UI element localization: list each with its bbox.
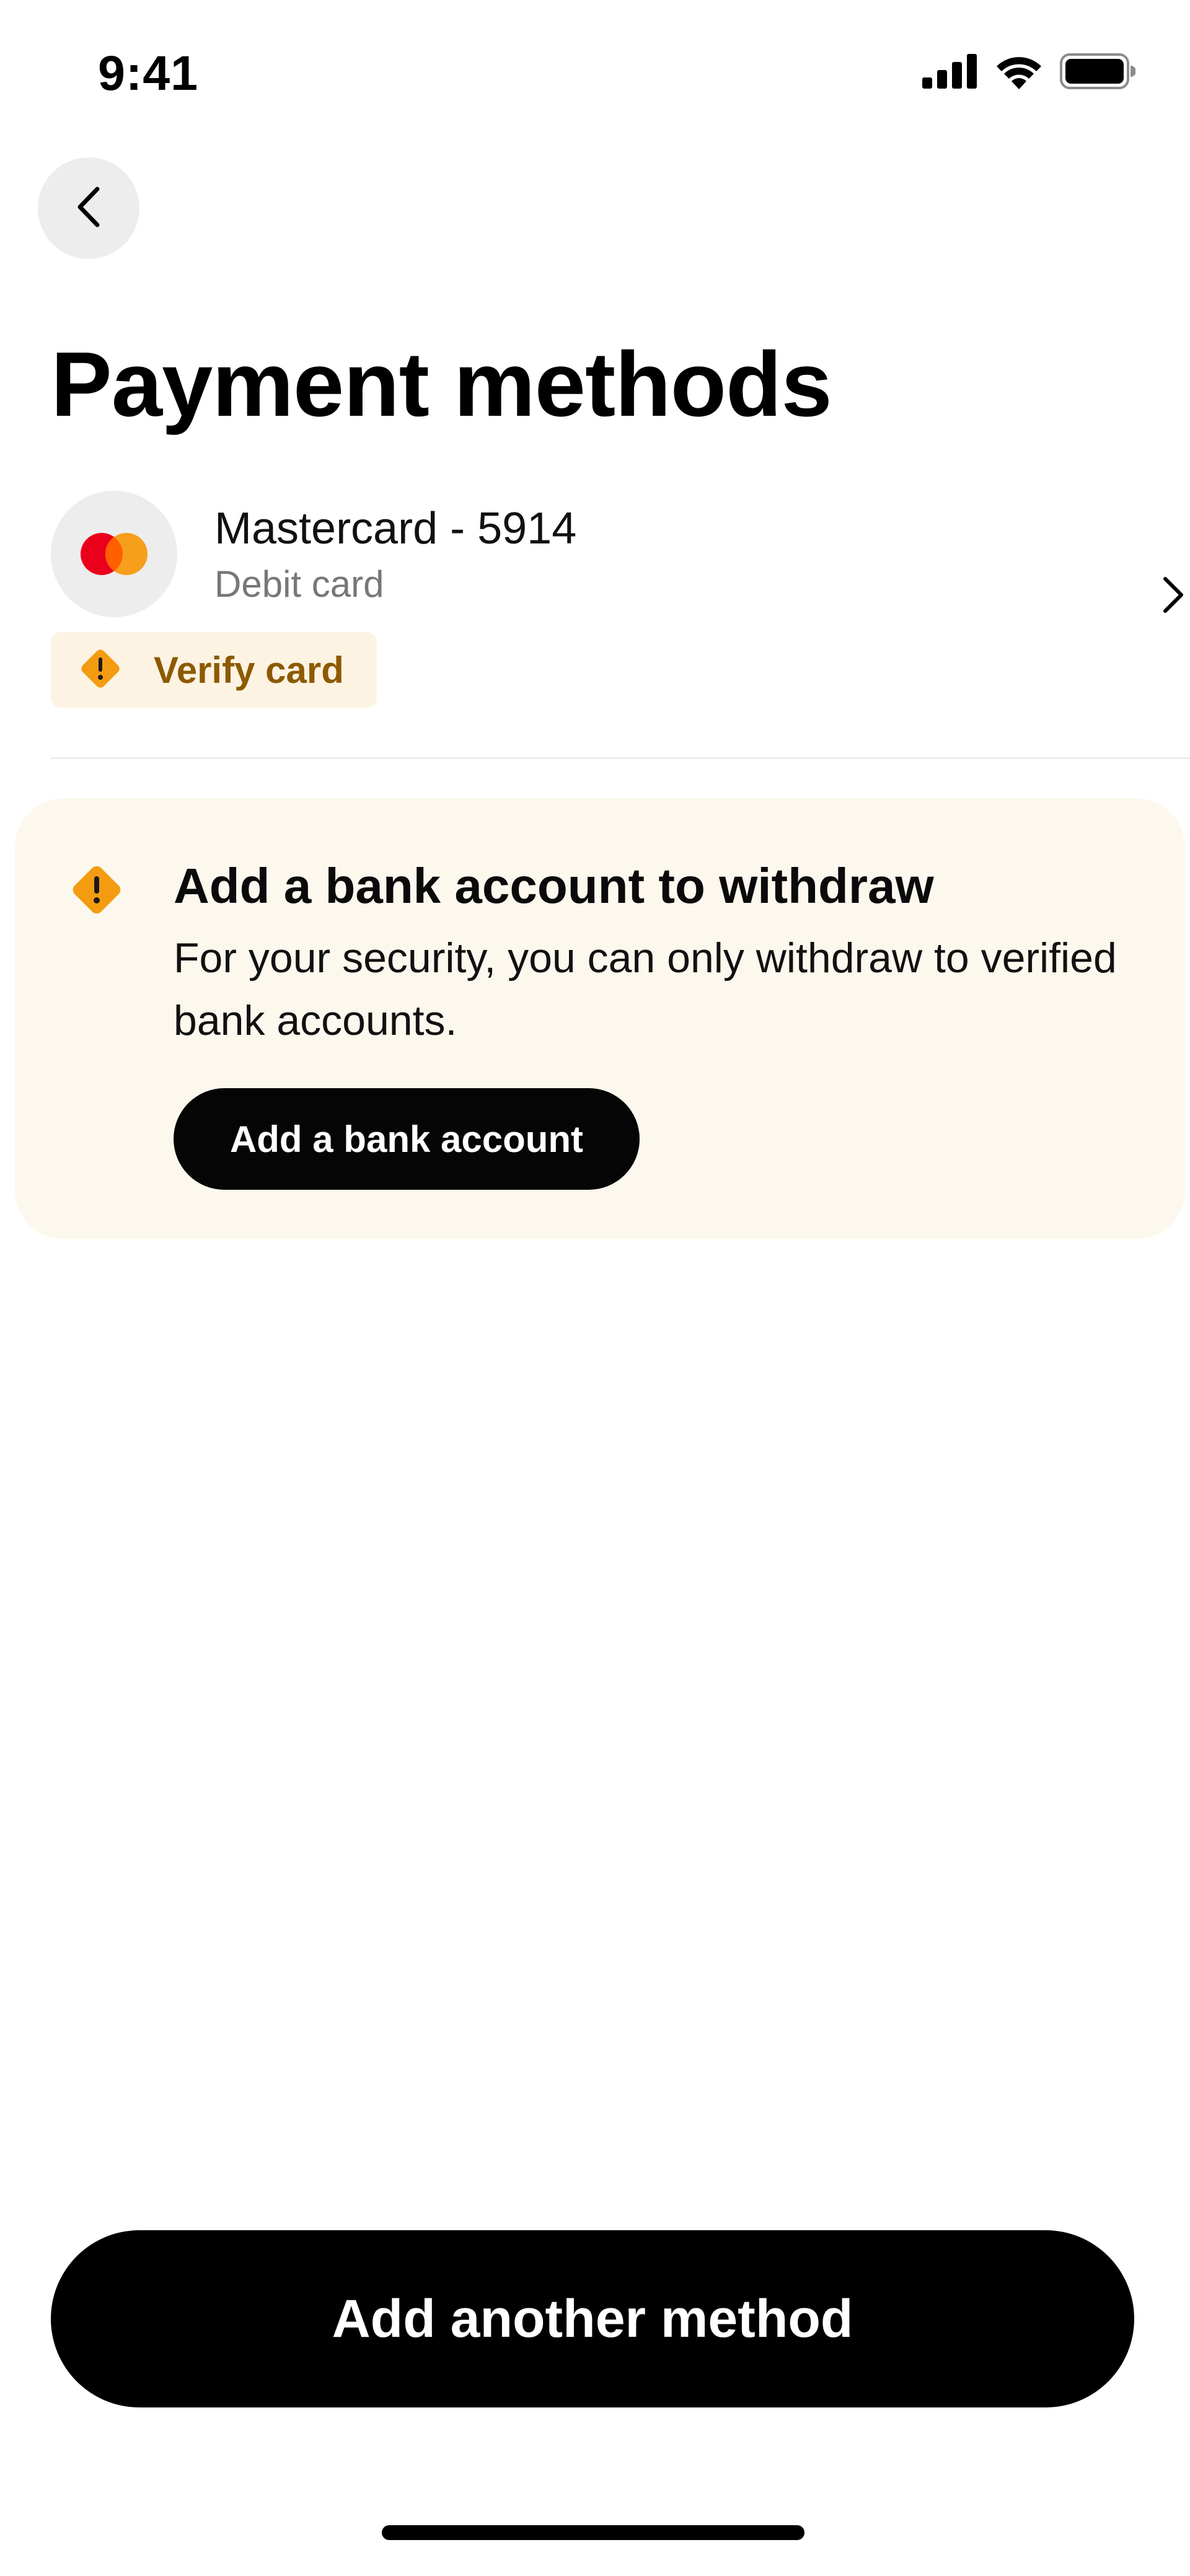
add-bank-account-button[interactable]: Add a bank account [174, 1088, 640, 1190]
warning-diamond-icon [67, 860, 126, 923]
cellular-signal-icon [922, 54, 978, 89]
chevron-right-icon [1160, 575, 1185, 618]
payment-method-mastercard-row[interactable]: Mastercard - 5914 Debit card Verify card [51, 491, 1185, 720]
notice-title: Add a bank account to withdraw [174, 858, 934, 913]
status-time: 9:41 [98, 45, 199, 100]
payment-method-name: Mastercard - 5914 [214, 504, 577, 553]
add-another-method-button[interactable]: Add another method [51, 2230, 1134, 2407]
verify-card-label: Verify card [154, 649, 344, 691]
warning-diamond-icon [77, 645, 124, 695]
status-icons [922, 53, 1135, 89]
page-title: Payment methods [51, 333, 832, 436]
wifi-icon [994, 53, 1044, 89]
chevron-left-icon [75, 185, 102, 232]
divider [51, 757, 1190, 759]
notice-body: For your security, you can only withdraw… [174, 934, 1117, 1044]
verify-card-badge[interactable]: Verify card [51, 632, 377, 708]
payment-methods-screen: 9:41 Payment methods Mastercard - 5914 D… [0, 0, 1190, 2576]
back-button[interactable] [38, 157, 139, 259]
home-indicator[interactable] [382, 2525, 804, 2540]
battery-icon [1060, 53, 1135, 89]
mastercard-logo-icon [51, 491, 177, 617]
bank-account-notice: Add a bank account to withdraw For your … [15, 798, 1185, 1239]
payment-method-type: Debit card [214, 563, 384, 605]
